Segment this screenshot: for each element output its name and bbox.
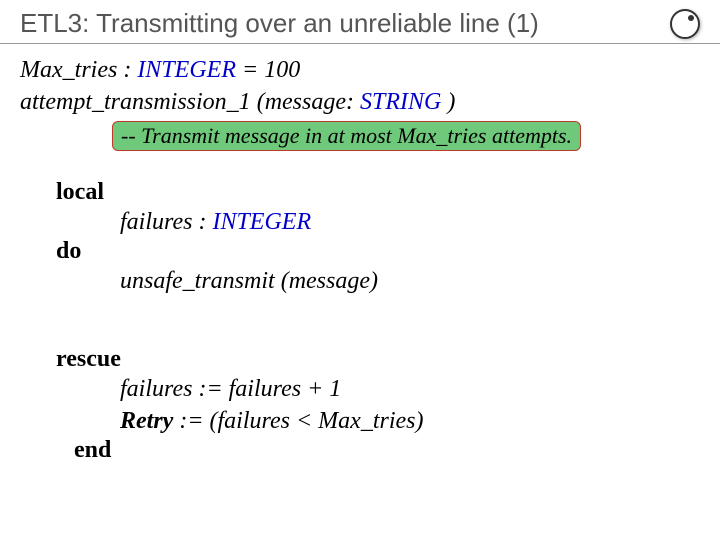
unsafe-transmit-call: unsafe_transmit (message) bbox=[56, 265, 700, 297]
comment-mid: in at most bbox=[299, 123, 397, 148]
slide-title: ETL3: Transmitting over an unreliable li… bbox=[20, 8, 539, 39]
comment-row: -- Transmit message in at most Max_tries… bbox=[20, 119, 700, 151]
plus: + bbox=[301, 376, 329, 402]
proc-name: attempt_transmission_1 bbox=[20, 89, 251, 115]
arg-name: message bbox=[265, 89, 346, 115]
call-close: ) bbox=[370, 268, 378, 294]
type-integer: INTEGER bbox=[137, 57, 236, 83]
comment-suffix: attempts. bbox=[486, 123, 572, 148]
retry-assignment: Retry := (failures < Max_tries) bbox=[56, 405, 700, 437]
failures-increment: failures := failures + 1 bbox=[56, 373, 700, 405]
colon: : bbox=[192, 209, 212, 235]
content-area: Max_tries : INTEGER = 100 attempt_transm… bbox=[0, 44, 720, 474]
failures-declaration: failures : INTEGER bbox=[56, 206, 700, 238]
lhs-failures: failures bbox=[120, 376, 192, 402]
cmp-lhs: failures bbox=[218, 408, 290, 434]
assign-open: := ( bbox=[173, 408, 217, 434]
arg-colon: : bbox=[346, 89, 360, 115]
call-arg: message bbox=[289, 268, 370, 294]
rhs-failures: failures bbox=[229, 376, 301, 402]
keyword-do: do bbox=[56, 238, 700, 265]
colon: : bbox=[117, 57, 137, 83]
keyword-rescue: rescue bbox=[56, 346, 700, 373]
comment-box: -- Transmit message in at most Max_tries… bbox=[112, 121, 581, 151]
procedure-signature: attempt_transmission_1 (message: STRING … bbox=[20, 86, 700, 118]
arg-type: STRING bbox=[360, 89, 441, 115]
equals: = bbox=[236, 57, 264, 83]
assign-op: := bbox=[192, 376, 228, 402]
call-open: ( bbox=[275, 268, 289, 294]
call-name: unsafe_transmit bbox=[120, 268, 275, 294]
close: ) bbox=[415, 408, 423, 434]
title-bar: ETL3: Transmitting over an unreliable li… bbox=[0, 0, 720, 44]
type-integer: INTEGER bbox=[212, 209, 311, 235]
ident-max-tries: Max_tries bbox=[20, 57, 117, 83]
open-paren: ( bbox=[251, 89, 265, 115]
cmp-rhs: Max_tries bbox=[318, 408, 415, 434]
lt: < bbox=[290, 408, 318, 434]
logo-icon bbox=[670, 9, 700, 39]
rescue-block: rescue failures := failures + 1 Retry :=… bbox=[20, 346, 700, 465]
value-100: 100 bbox=[264, 57, 300, 83]
comment-message: message bbox=[225, 123, 300, 148]
keyword-end: end bbox=[56, 437, 700, 464]
max-tries-declaration: Max_tries : INTEGER = 100 bbox=[20, 54, 700, 86]
ident-failures: failures bbox=[120, 209, 192, 235]
local-do-block: local failures : INTEGER do unsafe_trans… bbox=[20, 179, 700, 298]
comment-maxtries: Max_tries bbox=[397, 123, 486, 148]
close-paren: ) bbox=[441, 89, 455, 115]
keyword-local: local bbox=[56, 179, 700, 206]
comment-prefix: -- Transmit bbox=[121, 123, 225, 148]
keyword-retry: Retry bbox=[120, 408, 173, 434]
one: 1 bbox=[329, 376, 341, 402]
